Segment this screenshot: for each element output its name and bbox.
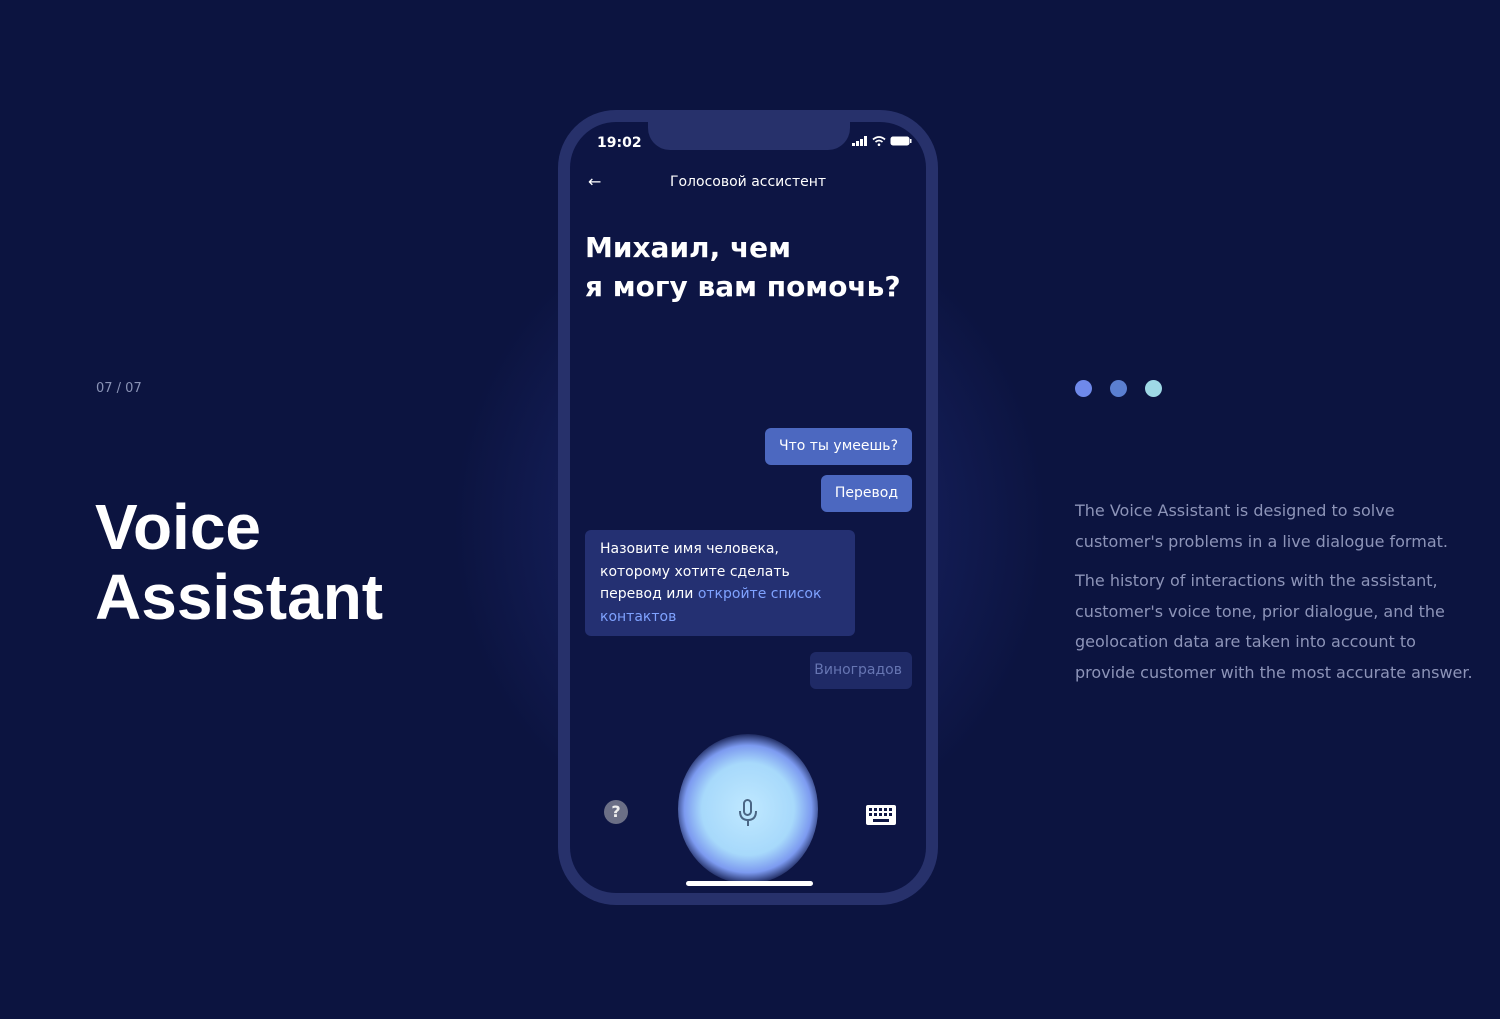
indicator-dots — [1075, 380, 1162, 397]
nav-title: Голосовой ассистент — [669, 174, 827, 190]
microphone-icon[interactable] — [737, 798, 759, 830]
user-message-2: Перевод — [820, 475, 912, 512]
description-paragraph-2: The history of interactions with the ass… — [1075, 571, 1473, 682]
slide-counter: 07 / 07 — [96, 381, 142, 396]
wifi-icon — [872, 136, 886, 146]
user-message-1: Что ты умеешь? — [765, 428, 912, 465]
dot-1[interactable] — [1075, 380, 1092, 397]
battery-icon — [890, 136, 912, 146]
phone-mockup: 19:02 ← Голосовой ассистент Михаил, чем … — [558, 110, 938, 905]
keyboard-icon[interactable] — [866, 805, 896, 825]
home-indicator[interactable] — [686, 881, 813, 886]
signal-icon — [852, 136, 867, 146]
title-line-2: Assistant — [95, 561, 384, 633]
user-message-typing: Виноградов — [810, 652, 912, 689]
greeting-line-2: я могу вам помочь? — [585, 270, 901, 303]
phone-screen: 19:02 ← Голосовой ассистент Михаил, чем … — [570, 122, 926, 893]
dot-2[interactable] — [1110, 380, 1127, 397]
help-icon[interactable]: ? — [604, 800, 628, 824]
dot-3[interactable] — [1145, 380, 1162, 397]
status-icons — [852, 136, 912, 146]
assistant-message: Назовите имя человека, которому хотите с… — [585, 530, 855, 636]
slide-title: Voice Assistant — [95, 492, 383, 632]
title-line-1: Voice — [95, 491, 261, 563]
status-time: 19:02 — [597, 135, 642, 151]
greeting-line-1: Михаил, чем — [585, 231, 792, 264]
description-paragraph-1: The Voice Assistant is designed to solve… — [1075, 501, 1448, 551]
notch — [648, 122, 850, 150]
description: The Voice Assistant is designed to solve… — [1075, 496, 1475, 697]
greeting: Михаил, чем я могу вам помочь? — [585, 228, 915, 306]
